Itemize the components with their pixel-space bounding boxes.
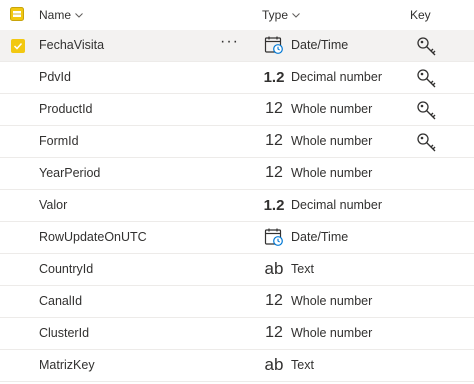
- table-icon: [10, 7, 24, 21]
- decimal-icon: 1.2: [263, 68, 285, 86]
- table-row[interactable]: FechaVisita ··· Date/Time: [0, 30, 474, 62]
- chevron-down-icon: [75, 13, 83, 18]
- chevron-down-icon: [292, 13, 300, 18]
- key-icon[interactable]: [416, 100, 438, 122]
- key-icon[interactable]: [416, 68, 438, 90]
- decimal-icon: 1.2: [263, 196, 285, 214]
- whole-number-icon: 12: [265, 100, 283, 117]
- checkmark-icon: [13, 42, 23, 50]
- table-row[interactable]: PdvId 1.2 Decimal number: [0, 62, 474, 94]
- table-row[interactable]: FormId 12 Whole number: [0, 126, 474, 158]
- sort-by-name-header[interactable]: Name: [39, 8, 84, 22]
- column-name: YearPeriod: [39, 166, 101, 180]
- data-type-label[interactable]: Whole number: [291, 326, 372, 340]
- key-icon[interactable]: [416, 132, 438, 154]
- data-type-label[interactable]: Date/Time: [291, 230, 348, 244]
- data-type-label[interactable]: Text: [291, 262, 314, 276]
- table-row[interactable]: CountryId ab Text: [0, 254, 474, 286]
- column-header: Name Type Key: [0, 0, 474, 30]
- column-name: ProductId: [39, 102, 93, 116]
- whole-number-icon: 12: [265, 324, 283, 341]
- key-icon[interactable]: [416, 36, 438, 58]
- row-checkbox[interactable]: [11, 39, 25, 53]
- key-header-label: Key: [410, 8, 431, 22]
- data-type-label[interactable]: Whole number: [291, 166, 372, 180]
- data-type-label[interactable]: Whole number: [291, 102, 372, 116]
- whole-number-icon: 12: [265, 164, 283, 181]
- whole-number-icon: 12: [265, 292, 283, 309]
- data-type-label[interactable]: Whole number: [291, 134, 372, 148]
- data-type-label[interactable]: Decimal number: [291, 70, 382, 84]
- column-name: RowUpdateOnUTC: [39, 230, 147, 244]
- data-type-label[interactable]: Decimal number: [291, 198, 382, 212]
- data-type-label[interactable]: Date/Time: [291, 38, 348, 52]
- table-row[interactable]: RowUpdateOnUTC Date/Time: [0, 222, 474, 254]
- table-row[interactable]: MatrizKey ab Text: [0, 350, 474, 382]
- column-name: MatrizKey: [39, 358, 95, 372]
- column-name: FormId: [39, 134, 79, 148]
- table-row[interactable]: CanalId 12 Whole number: [0, 286, 474, 318]
- key-header: Key: [410, 8, 431, 22]
- column-name: Valor: [39, 198, 68, 212]
- sort-by-type-header[interactable]: Type: [262, 8, 301, 22]
- table-row[interactable]: ProductId 12 Whole number: [0, 94, 474, 126]
- table-row[interactable]: ClusterId 12 Whole number: [0, 318, 474, 350]
- data-type-label[interactable]: Whole number: [291, 294, 372, 308]
- column-name: CanalId: [39, 294, 83, 308]
- column-list: Name Type Key FechaVisita ··· Date/Time Pdv…: [0, 0, 474, 384]
- table-row[interactable]: Valor 1.2 Decimal number: [0, 190, 474, 222]
- column-name: CountryId: [39, 262, 94, 276]
- calendar-icon: [262, 34, 286, 56]
- more-options-button[interactable]: ···: [220, 33, 239, 51]
- name-header-label: Name: [39, 8, 72, 22]
- calendar-icon: [262, 226, 286, 248]
- type-header-label: Type: [262, 8, 289, 22]
- data-type-label[interactable]: Text: [291, 358, 314, 372]
- column-name: FechaVisita: [39, 38, 105, 52]
- table-row[interactable]: YearPeriod 12 Whole number: [0, 158, 474, 190]
- column-name: ClusterId: [39, 326, 90, 340]
- whole-number-icon: 12: [265, 132, 283, 149]
- column-name: PdvId: [39, 70, 71, 84]
- text-icon: ab: [264, 259, 284, 278]
- text-icon: ab: [264, 355, 284, 374]
